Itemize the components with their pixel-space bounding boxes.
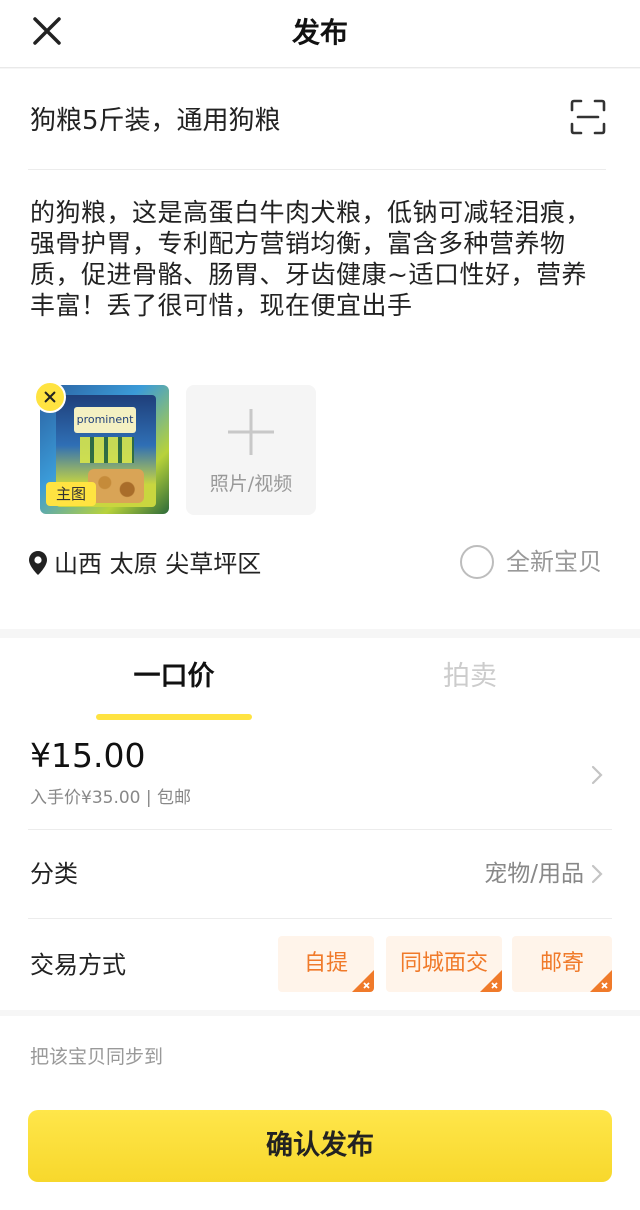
remove-photo-button[interactable] — [34, 381, 66, 413]
price-row[interactable]: ¥15.00 入手价¥35.00 | 包邮 — [28, 734, 612, 830]
scan-icon — [570, 99, 606, 135]
add-media-button[interactable]: 照片/视频 — [186, 385, 316, 515]
trade-option-meetup[interactable]: 同城面交 — [386, 936, 502, 992]
plus-icon — [228, 409, 274, 455]
top-bar: 发布 — [0, 0, 640, 68]
trade-option-label: 邮寄 — [539, 951, 584, 976]
compose-card: 狗粮5斤装，通用狗粮 的狗粮，这是高蛋白牛肉犬粮，低钠可减轻泪痕，强骨护胃，专利… — [0, 69, 640, 629]
location-pin-icon — [29, 551, 47, 575]
title-input[interactable]: 狗粮5斤装，通用狗粮 — [30, 104, 281, 138]
package-brand-text: prominent — [74, 407, 136, 433]
remove-option-icon — [352, 970, 374, 992]
price-note: 入手价¥35.00 | 包邮 — [30, 788, 192, 808]
new-item-label: 全新宝贝 — [506, 548, 602, 576]
trade-method-row: 交易方式 自提 同城面交 邮寄 — [28, 920, 612, 1000]
main-photo-badge: 主图 — [46, 482, 96, 506]
close-icon — [44, 391, 56, 403]
add-media-label: 照片/视频 — [209, 473, 293, 495]
pricing-card: 一口价 拍卖 ¥15.00 入手价¥35.00 | 包邮 分类 宠物/用品 交易… — [0, 638, 640, 1010]
trade-method-label: 交易方式 — [30, 951, 126, 979]
tab-fixed-price[interactable]: 一口价 — [96, 658, 252, 698]
title-row: 狗粮5斤装，通用狗粮 — [28, 69, 606, 170]
chevron-right-icon — [591, 864, 603, 884]
active-tab-indicator — [96, 714, 252, 720]
trade-option-label: 自提 — [303, 951, 348, 976]
tab-auction[interactable]: 拍卖 — [392, 658, 548, 698]
new-item-radio[interactable] — [460, 545, 494, 579]
chevron-right-icon — [591, 765, 603, 785]
location-text: 山西 太原 尖草坪区 — [54, 550, 262, 578]
kibble-graphic — [88, 469, 144, 503]
category-value: 宠物/用品 — [484, 861, 584, 887]
confirm-publish-button[interactable]: 确认发布 — [28, 1110, 612, 1182]
remove-option-icon — [480, 970, 502, 992]
page-title: 发布 — [291, 16, 348, 49]
category-label: 分类 — [30, 860, 78, 888]
trade-option-mail[interactable]: 邮寄 — [512, 936, 612, 992]
remove-option-icon — [590, 970, 612, 992]
new-item-toggle[interactable]: 全新宝贝 — [460, 543, 606, 581]
trade-option-label: 同城面交 — [399, 951, 488, 976]
sync-card: 把该宝贝同步到 确认发布 — [0, 1016, 640, 1210]
category-row[interactable]: 分类 宠物/用品 — [28, 831, 612, 919]
description-input[interactable]: 的狗粮，这是高蛋白牛肉犬粮，低钠可减轻泪痕，强骨护胃，专利配方营销均衡，富含多种… — [30, 197, 600, 321]
sync-label: 把该宝贝同步到 — [30, 1046, 164, 1068]
package-graphic — [80, 437, 134, 463]
trade-option-pickup[interactable]: 自提 — [278, 936, 374, 992]
scan-button[interactable] — [570, 99, 606, 135]
price-value: ¥15.00 — [30, 736, 146, 775]
